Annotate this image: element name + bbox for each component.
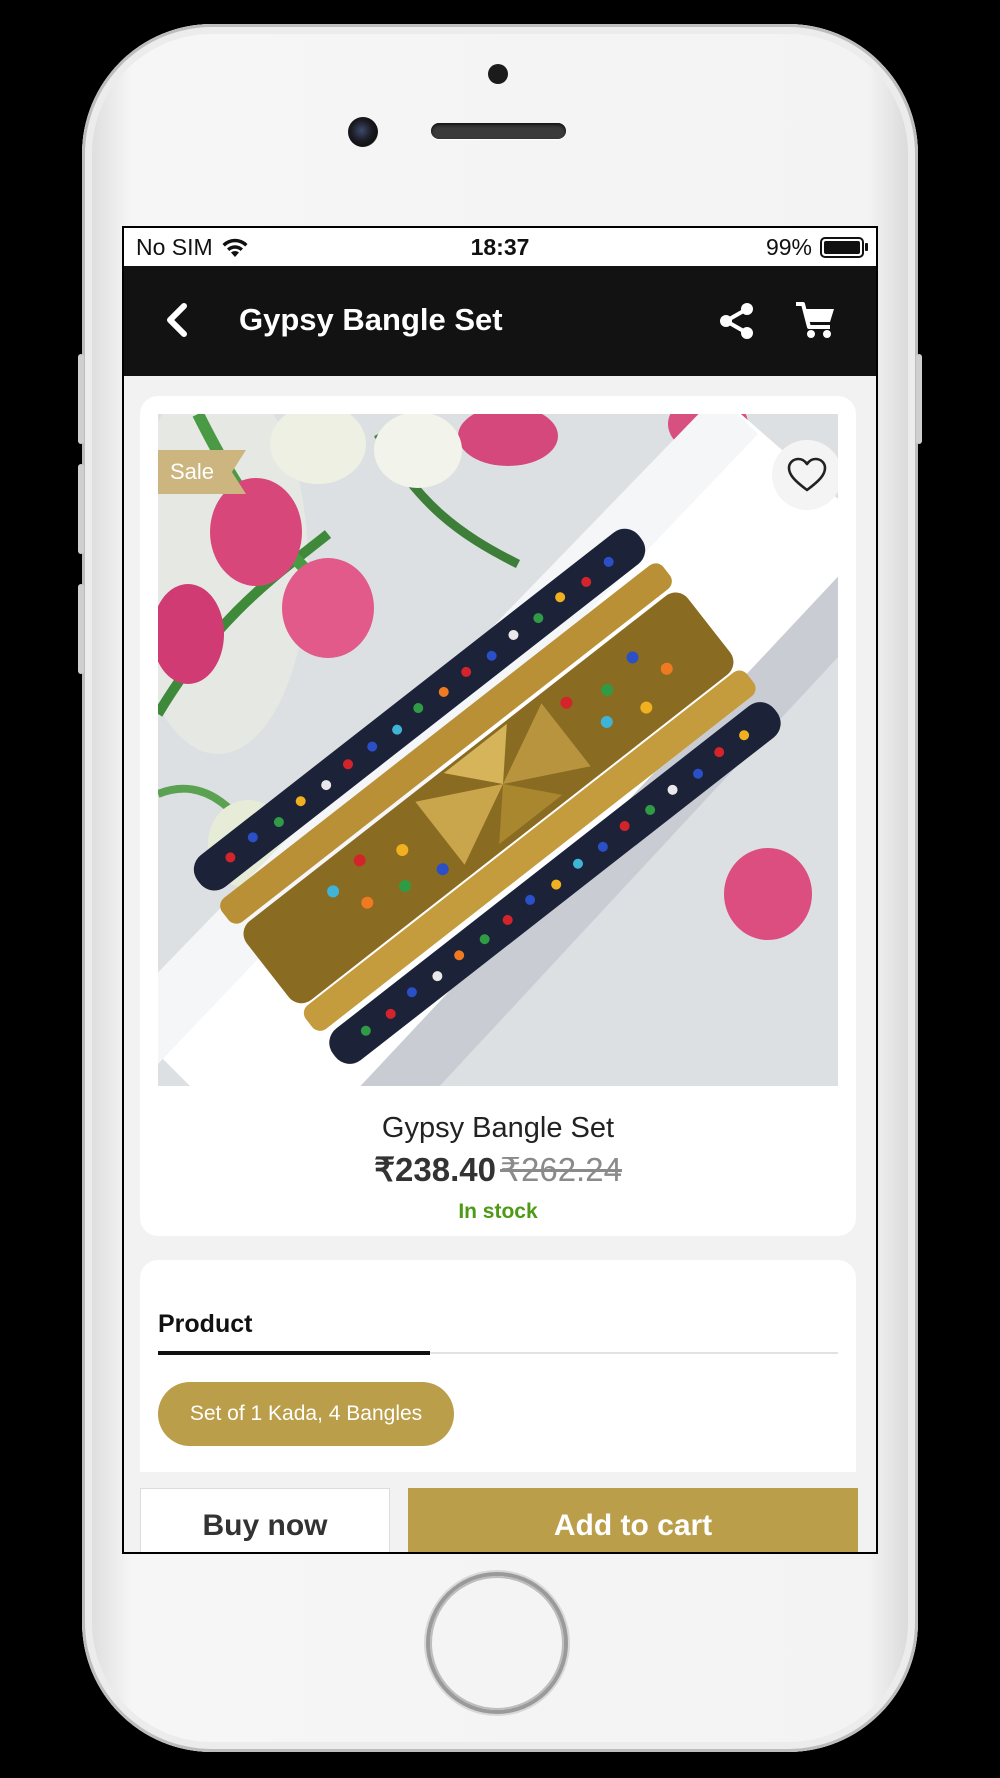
phone-volume-down xyxy=(78,584,84,674)
stock-status: In stock xyxy=(458,1200,538,1223)
product-image[interactable]: Sale xyxy=(158,414,838,1086)
buy-now-button[interactable]: Buy now xyxy=(140,1488,390,1552)
status-time: 18:37 xyxy=(470,234,530,260)
battery-percent: 99% xyxy=(765,234,812,260)
home-button[interactable] xyxy=(430,1576,564,1710)
battery-level xyxy=(824,241,860,254)
product-photo xyxy=(158,414,838,1086)
phone-side-button xyxy=(78,354,84,444)
variant-option-chip[interactable]: Set of 1 Kada, 4 Bangles xyxy=(158,1382,454,1446)
product-card: Sale Gypsy Bangle Set ₹238.40 ₹262.24 In … xyxy=(140,396,856,1236)
product-name: Gypsy Bangle Set xyxy=(381,1112,615,1144)
status-bar: No SIM 18:37 99% xyxy=(124,228,876,266)
active-tab-indicator xyxy=(158,1351,430,1355)
phone-sensor xyxy=(488,64,508,84)
phone-power-button xyxy=(916,354,922,444)
back-arrow-icon[interactable] xyxy=(158,300,198,340)
share-icon[interactable] xyxy=(718,302,756,340)
phone-volume-up xyxy=(78,464,84,554)
tab-underline xyxy=(158,1351,838,1355)
sale-price: ₹238.40 xyxy=(374,1151,496,1188)
app-header: Gypsy Bangle Set xyxy=(124,266,876,376)
price-row: ₹238.40 ₹262.24 xyxy=(140,1150,856,1189)
heart-icon xyxy=(787,457,827,492)
app-screen: No SIM 18:37 99% Gypsy Bangle Set Sale G… xyxy=(122,226,878,1554)
page-title: Gypsy Bangle Set xyxy=(239,302,503,337)
tab-product[interactable]: Product xyxy=(158,1310,252,1339)
wishlist-button[interactable] xyxy=(772,440,838,510)
bottom-action-bar: Buy now Add to cart xyxy=(124,1472,876,1552)
battery-icon xyxy=(820,237,868,258)
front-camera xyxy=(348,117,378,147)
earpiece-speaker xyxy=(431,123,566,139)
add-to-cart-button[interactable]: Add to cart xyxy=(408,1488,858,1552)
original-price: ₹262.24 xyxy=(500,1151,622,1188)
cart-icon[interactable] xyxy=(794,300,836,340)
